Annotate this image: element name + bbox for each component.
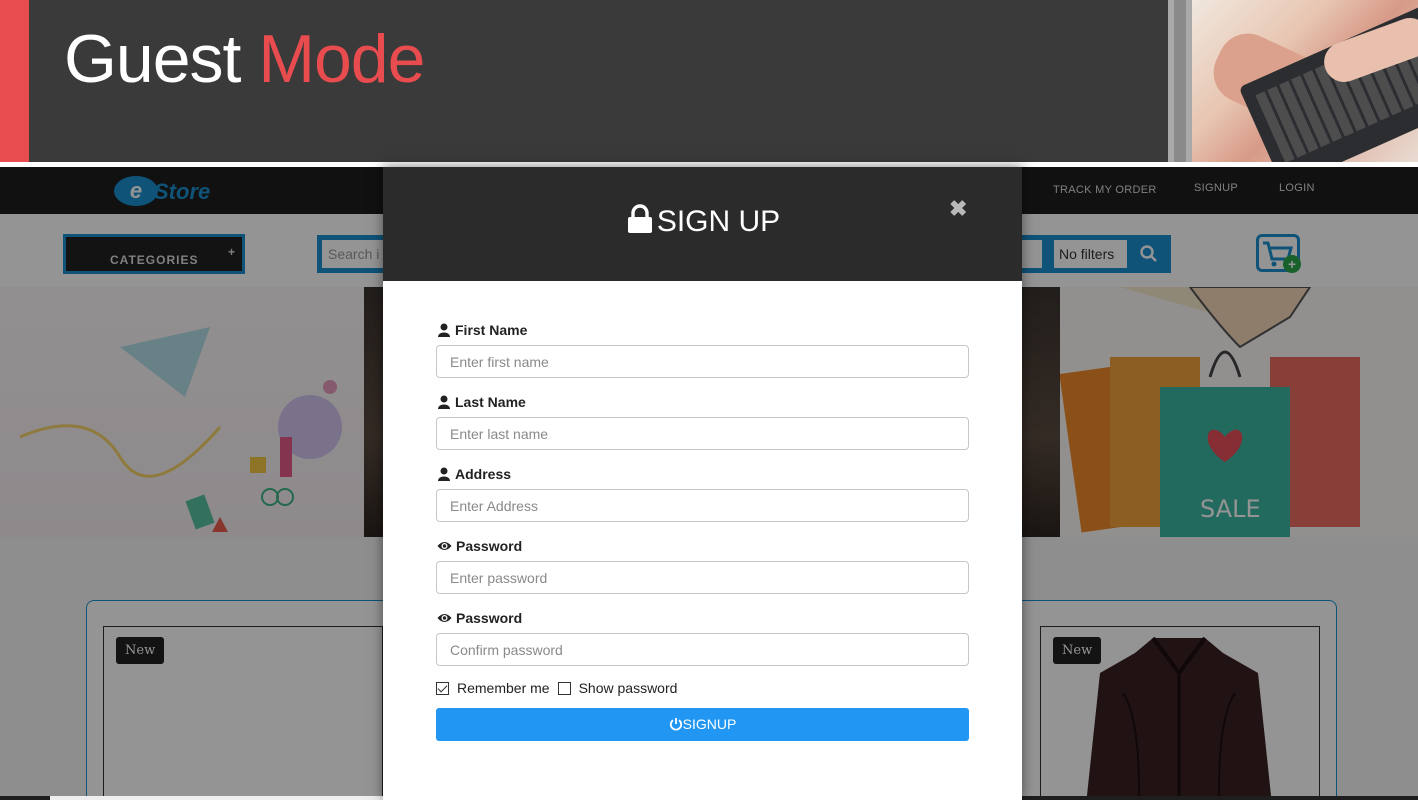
label-text: Password <box>456 538 523 554</box>
banner-divider <box>1168 0 1192 162</box>
modal-title-text: SIGN UP <box>656 205 781 238</box>
last-name-label: Last Name <box>436 393 969 411</box>
label-text: Last Name <box>455 394 526 410</box>
banner-accent-bar <box>0 0 29 162</box>
last-name-input[interactable] <box>436 417 969 450</box>
label-text: Password <box>456 610 523 626</box>
signup-modal: SIGN UP ✖ First Name Last Name Address P… <box>383 167 1022 800</box>
remember-me-checkbox[interactable] <box>436 681 449 695</box>
user-icon <box>438 467 450 481</box>
signup-button[interactable]: SIGNUP <box>436 708 969 741</box>
lock-icon <box>627 204 652 233</box>
address-label: Address <box>436 465 969 483</box>
first-name-input[interactable] <box>436 345 969 378</box>
signup-form: First Name Last Name Address Password Pa… <box>436 321 969 741</box>
label-text: Address <box>455 466 512 482</box>
banner-laptop-photo <box>1192 0 1418 162</box>
modal-header: SIGN UP ✖ <box>383 167 1022 281</box>
label-text: First Name <box>455 322 528 338</box>
banner-title-mode: Mode <box>258 21 425 97</box>
password-input[interactable] <box>436 561 969 594</box>
confirm-password-label: Password <box>436 609 969 627</box>
show-password-checkbox[interactable] <box>557 681 571 695</box>
user-icon <box>438 323 450 337</box>
first-name-label: First Name <box>436 321 969 339</box>
address-input[interactable] <box>436 489 969 522</box>
close-icon[interactable]: ✖ <box>949 196 967 222</box>
eye-icon <box>437 542 452 550</box>
form-options: Remember me Show password <box>436 680 969 696</box>
confirm-password-input[interactable] <box>436 633 969 666</box>
show-password-label[interactable]: Show password <box>579 680 678 696</box>
remember-me-label[interactable]: Remember me <box>457 680 550 696</box>
banner-title-guest: Guest <box>64 21 259 97</box>
signup-button-label: SIGNUP <box>682 716 737 732</box>
banner-title: Guest Mode <box>64 20 425 98</box>
eye-icon <box>437 614 452 622</box>
modal-title: SIGN UP <box>383 204 1022 239</box>
power-icon <box>669 718 682 731</box>
password-label: Password <box>436 537 969 555</box>
user-icon <box>438 395 450 409</box>
slide-banner: Guest Mode <box>0 0 1418 162</box>
